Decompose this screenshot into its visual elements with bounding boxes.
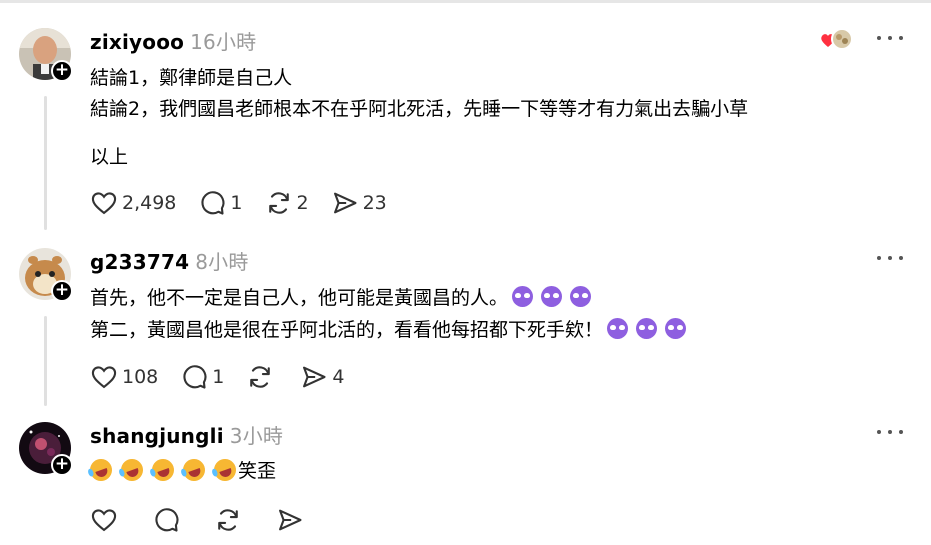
share-button[interactable]: 23 <box>331 189 387 217</box>
reaction-avatars[interactable] <box>820 27 853 53</box>
username[interactable]: zixiyooo 16小時 <box>90 26 256 55</box>
smirk-emoji-icon <box>541 286 563 307</box>
post-text: 第二，黃國昌他是很在乎阿北活的，看看他每招都下死手欸！ <box>90 319 604 341</box>
thread-line <box>44 96 47 230</box>
rolling-laugh-emoji-icon <box>86 455 116 485</box>
post-1: + zixiyooo 16小時 結論1，鄭律師是自己人 結論2，我們國昌老師根本不… <box>0 0 931 240</box>
timestamp: 8小時 <box>195 250 249 274</box>
action-bar: 2,498 1 2 23 <box>90 188 409 218</box>
follow-plus-icon[interactable]: + <box>51 454 73 476</box>
smirk-emoji-icon <box>665 318 687 339</box>
like-button[interactable]: 2,498 <box>90 189 176 217</box>
rolling-laugh-emoji-icon <box>148 455 178 485</box>
reply-button[interactable]: 1 <box>198 189 243 217</box>
like-count: 2,498 <box>122 192 177 214</box>
more-dots-icon[interactable] <box>877 34 903 42</box>
action-bar <box>90 505 326 535</box>
post-text-line: 笑歪 <box>86 455 277 485</box>
username-text[interactable]: zixiyooo <box>90 30 184 54</box>
reply-count: 1 <box>230 192 243 214</box>
follow-plus-icon[interactable]: + <box>51 60 73 82</box>
share-button[interactable]: 4 <box>300 363 344 391</box>
repost-button[interactable]: 2 <box>265 189 309 217</box>
comment-icon <box>201 191 225 215</box>
rolling-laugh-emoji-icon <box>117 455 147 485</box>
smirk-emoji-icon <box>636 318 658 339</box>
like-count: 108 <box>122 366 159 388</box>
repost-icon <box>218 509 238 531</box>
thread-line <box>44 316 47 406</box>
repost-icon <box>268 192 289 214</box>
more-dots-icon[interactable] <box>877 254 903 262</box>
smirk-emoji-icon <box>512 286 534 307</box>
share-button[interactable] <box>276 506 304 534</box>
comment-icon <box>183 365 207 389</box>
heart-icon <box>91 509 117 532</box>
post-text-line: 結論1，鄭律師是自己人 <box>90 67 293 89</box>
post-2: + g233774 8小時 首先，他不一定是自己人，他可能是黃國昌的人。 第二，黃… <box>0 240 931 410</box>
heart-icon <box>91 192 117 215</box>
username[interactable]: g233774 8小時 <box>90 246 249 275</box>
username-text[interactable]: g233774 <box>90 250 189 274</box>
comment-icon <box>155 508 179 532</box>
post-text-line: 第二，黃國昌他是很在乎阿北活的，看看他每招都下死手欸！ <box>90 315 690 342</box>
post-text: 笑歪 <box>238 460 277 482</box>
reply-button[interactable] <box>152 506 180 534</box>
post-text: 首先，他不一定是自己人，他可能是黃國昌的人。 <box>90 287 509 309</box>
smirk-emoji-icon <box>607 318 629 339</box>
repost-button[interactable] <box>214 506 242 534</box>
post-text-line: 以上 <box>90 146 129 168</box>
rolling-laugh-emoji-icon <box>210 455 240 485</box>
action-bar: 108 1 4 <box>90 362 366 392</box>
reply-button[interactable]: 1 <box>180 363 224 391</box>
more-dots-icon[interactable] <box>877 428 903 436</box>
timestamp: 3小時 <box>229 424 284 448</box>
post-3: + shangjungli 3小時 笑歪 <box>0 414 931 545</box>
reply-count: 1 <box>212 366 225 388</box>
share-count: 23 <box>362 192 387 214</box>
share-icon <box>279 509 302 531</box>
share-icon <box>303 366 326 388</box>
username-text[interactable]: shangjungli <box>90 424 224 448</box>
heart-icon <box>91 366 117 389</box>
username[interactable]: shangjungli 3小時 <box>90 420 283 449</box>
like-button[interactable] <box>90 506 118 534</box>
like-button[interactable]: 108 <box>90 363 158 391</box>
follow-plus-icon[interactable]: + <box>51 280 73 302</box>
post-text-line: 首先，他不一定是自己人，他可能是黃國昌的人。 <box>90 283 595 310</box>
share-icon <box>333 192 357 214</box>
rolling-laugh-emoji-icon <box>179 455 209 485</box>
share-count: 4 <box>332 366 345 388</box>
repost-button[interactable] <box>246 363 278 391</box>
repost-icon <box>250 366 271 388</box>
post-text-line: 結論2，我們國昌老師根本不在乎阿北死活，先睡一下等等才有力氣出去騙小草 <box>90 98 749 120</box>
timestamp: 16小時 <box>190 30 257 54</box>
smirk-emoji-icon <box>570 286 592 307</box>
repost-count: 2 <box>296 192 309 214</box>
